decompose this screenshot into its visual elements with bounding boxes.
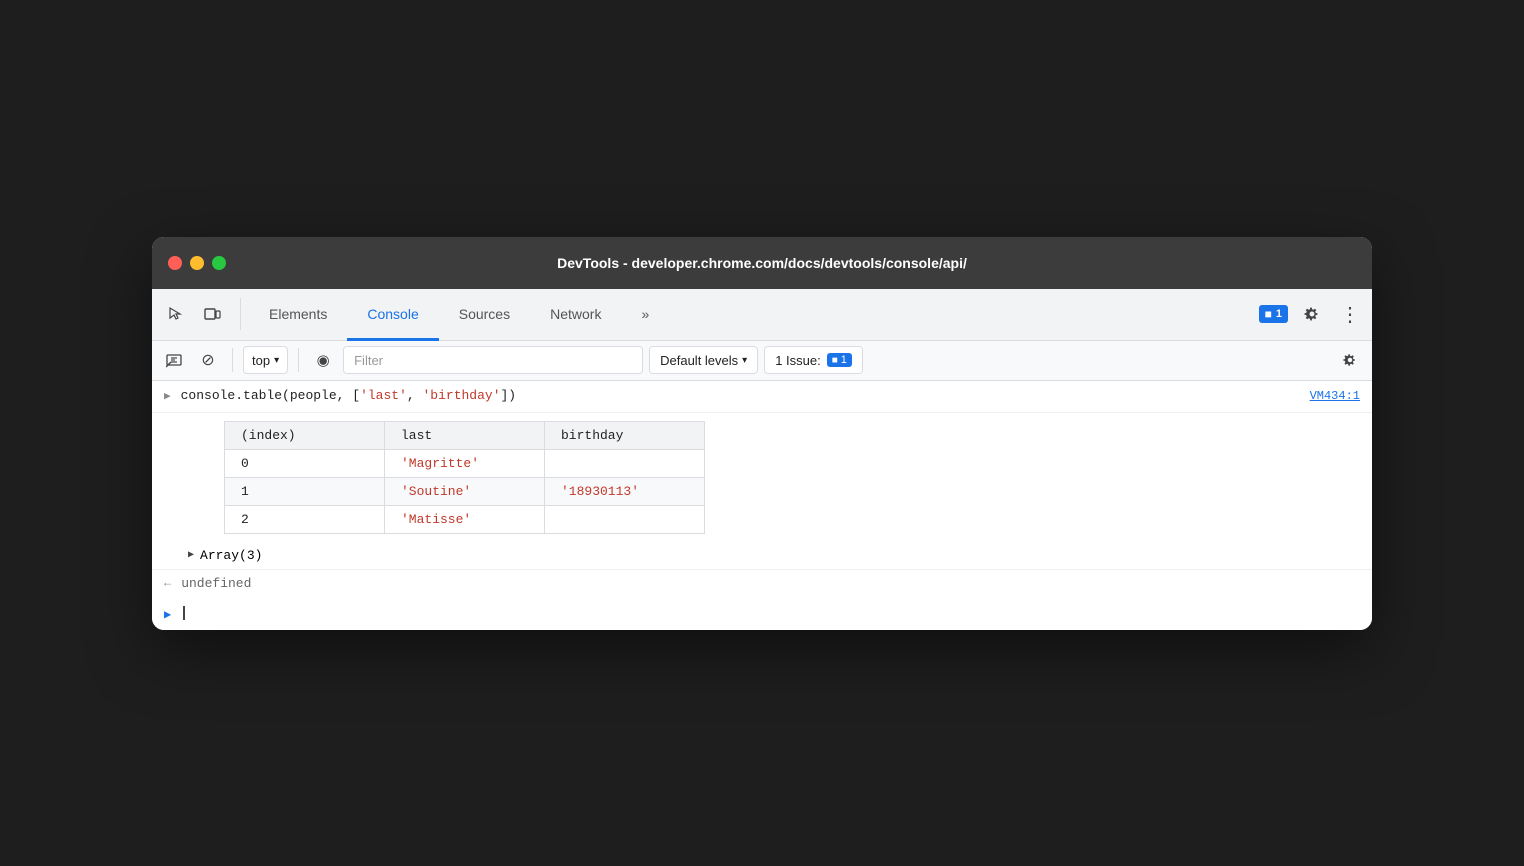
array-expandable[interactable]: ▶ Array(3) (152, 542, 1372, 569)
more-options-button[interactable]: ⋮ (1336, 298, 1364, 331)
console-table-wrapper: (index) last birthday 0 'Magritte' 1 'So… (152, 413, 1372, 542)
console-input-line[interactable]: ▶ (152, 597, 1372, 630)
array-expand-icon: ▶ (188, 549, 194, 561)
filter-input[interactable] (343, 346, 643, 374)
traffic-lights (168, 256, 226, 270)
close-button[interactable] (168, 256, 182, 270)
console-result-line: ← undefined (152, 569, 1372, 597)
col-header-index: (index) (225, 421, 385, 449)
levels-arrow-icon: ▾ (742, 355, 747, 366)
cell-last-1: 'Soutine' (385, 477, 545, 505)
col-header-last: last (385, 421, 545, 449)
table-row: 2 'Matisse' (225, 505, 705, 533)
inspect-icon[interactable] (160, 298, 192, 330)
divider-2 (298, 348, 299, 372)
issues-icon: ■ (1265, 307, 1272, 321)
console-table: (index) last birthday 0 'Magritte' 1 'So… (224, 421, 705, 534)
tab-more[interactable]: » (621, 290, 669, 341)
toolbar-icons (160, 298, 241, 330)
console-output: ▶ console.table(people, ['last', 'birthd… (152, 381, 1372, 630)
result-value: undefined (181, 576, 251, 591)
preserve-log-icon[interactable]: ◉ (309, 346, 337, 374)
col-header-birthday: birthday (545, 421, 705, 449)
divider-1 (232, 348, 233, 372)
tab-sources[interactable]: Sources (439, 290, 530, 341)
issues-button[interactable]: 1 Issue: ■ 1 (764, 346, 863, 374)
array-label: Array(3) (200, 548, 262, 563)
table-row: 1 'Soutine' '18930113' (225, 477, 705, 505)
dropdown-arrow-icon: ▾ (274, 355, 279, 366)
levels-dropdown[interactable]: Default levels ▾ (649, 346, 758, 374)
context-dropdown[interactable]: top ▾ (243, 346, 288, 374)
console-settings-button[interactable] (1336, 346, 1364, 374)
clear-console-button[interactable] (160, 346, 188, 374)
cell-index-2: 2 (225, 505, 385, 533)
vm-ref-link[interactable]: VM434:1 (1310, 389, 1360, 403)
cell-last-0: 'Magritte' (385, 449, 545, 477)
cell-last-2: 'Matisse' (385, 505, 545, 533)
devtools-window: DevTools - developer.chrome.com/docs/dev… (152, 237, 1372, 630)
no-entry-icon[interactable]: ⊘ (194, 346, 222, 374)
expand-arrow-icon[interactable]: ▶ (164, 389, 171, 403)
titlebar: DevTools - developer.chrome.com/docs/dev… (152, 237, 1372, 289)
result-arrow-icon: ← (164, 576, 171, 590)
minimize-button[interactable] (190, 256, 204, 270)
cell-index-0: 0 (225, 449, 385, 477)
console-cursor (183, 606, 185, 620)
maximize-button[interactable] (212, 256, 226, 270)
cell-birthday-1: '18930113' (545, 477, 705, 505)
cell-birthday-0 (545, 449, 705, 477)
settings-button[interactable] (1296, 298, 1328, 330)
cell-birthday-2 (545, 505, 705, 533)
toolbar-right: ■ 1 ⋮ (1259, 298, 1364, 331)
cell-index-1: 1 (225, 477, 385, 505)
issues-count-badge: ■ 1 (827, 353, 852, 367)
tab-console[interactable]: Console (347, 290, 438, 341)
console-command-line: ▶ console.table(people, ['last', 'birthd… (152, 381, 1372, 413)
main-toolbar: Elements Console Sources Network » ■ 1 (152, 289, 1372, 341)
tab-elements[interactable]: Elements (249, 290, 347, 341)
tabs: Elements Console Sources Network » (249, 289, 1259, 340)
tab-network[interactable]: Network (530, 290, 621, 341)
issues-badge[interactable]: ■ 1 (1259, 305, 1288, 323)
window-title: DevTools - developer.chrome.com/docs/dev… (557, 255, 967, 271)
console-toolbar: ⊘ top ▾ ◉ Default levels ▾ 1 Issue: ■ 1 (152, 341, 1372, 381)
input-prompt-icon: ▶ (164, 607, 171, 622)
device-mode-icon[interactable] (196, 298, 228, 330)
table-row: 0 'Magritte' (225, 449, 705, 477)
